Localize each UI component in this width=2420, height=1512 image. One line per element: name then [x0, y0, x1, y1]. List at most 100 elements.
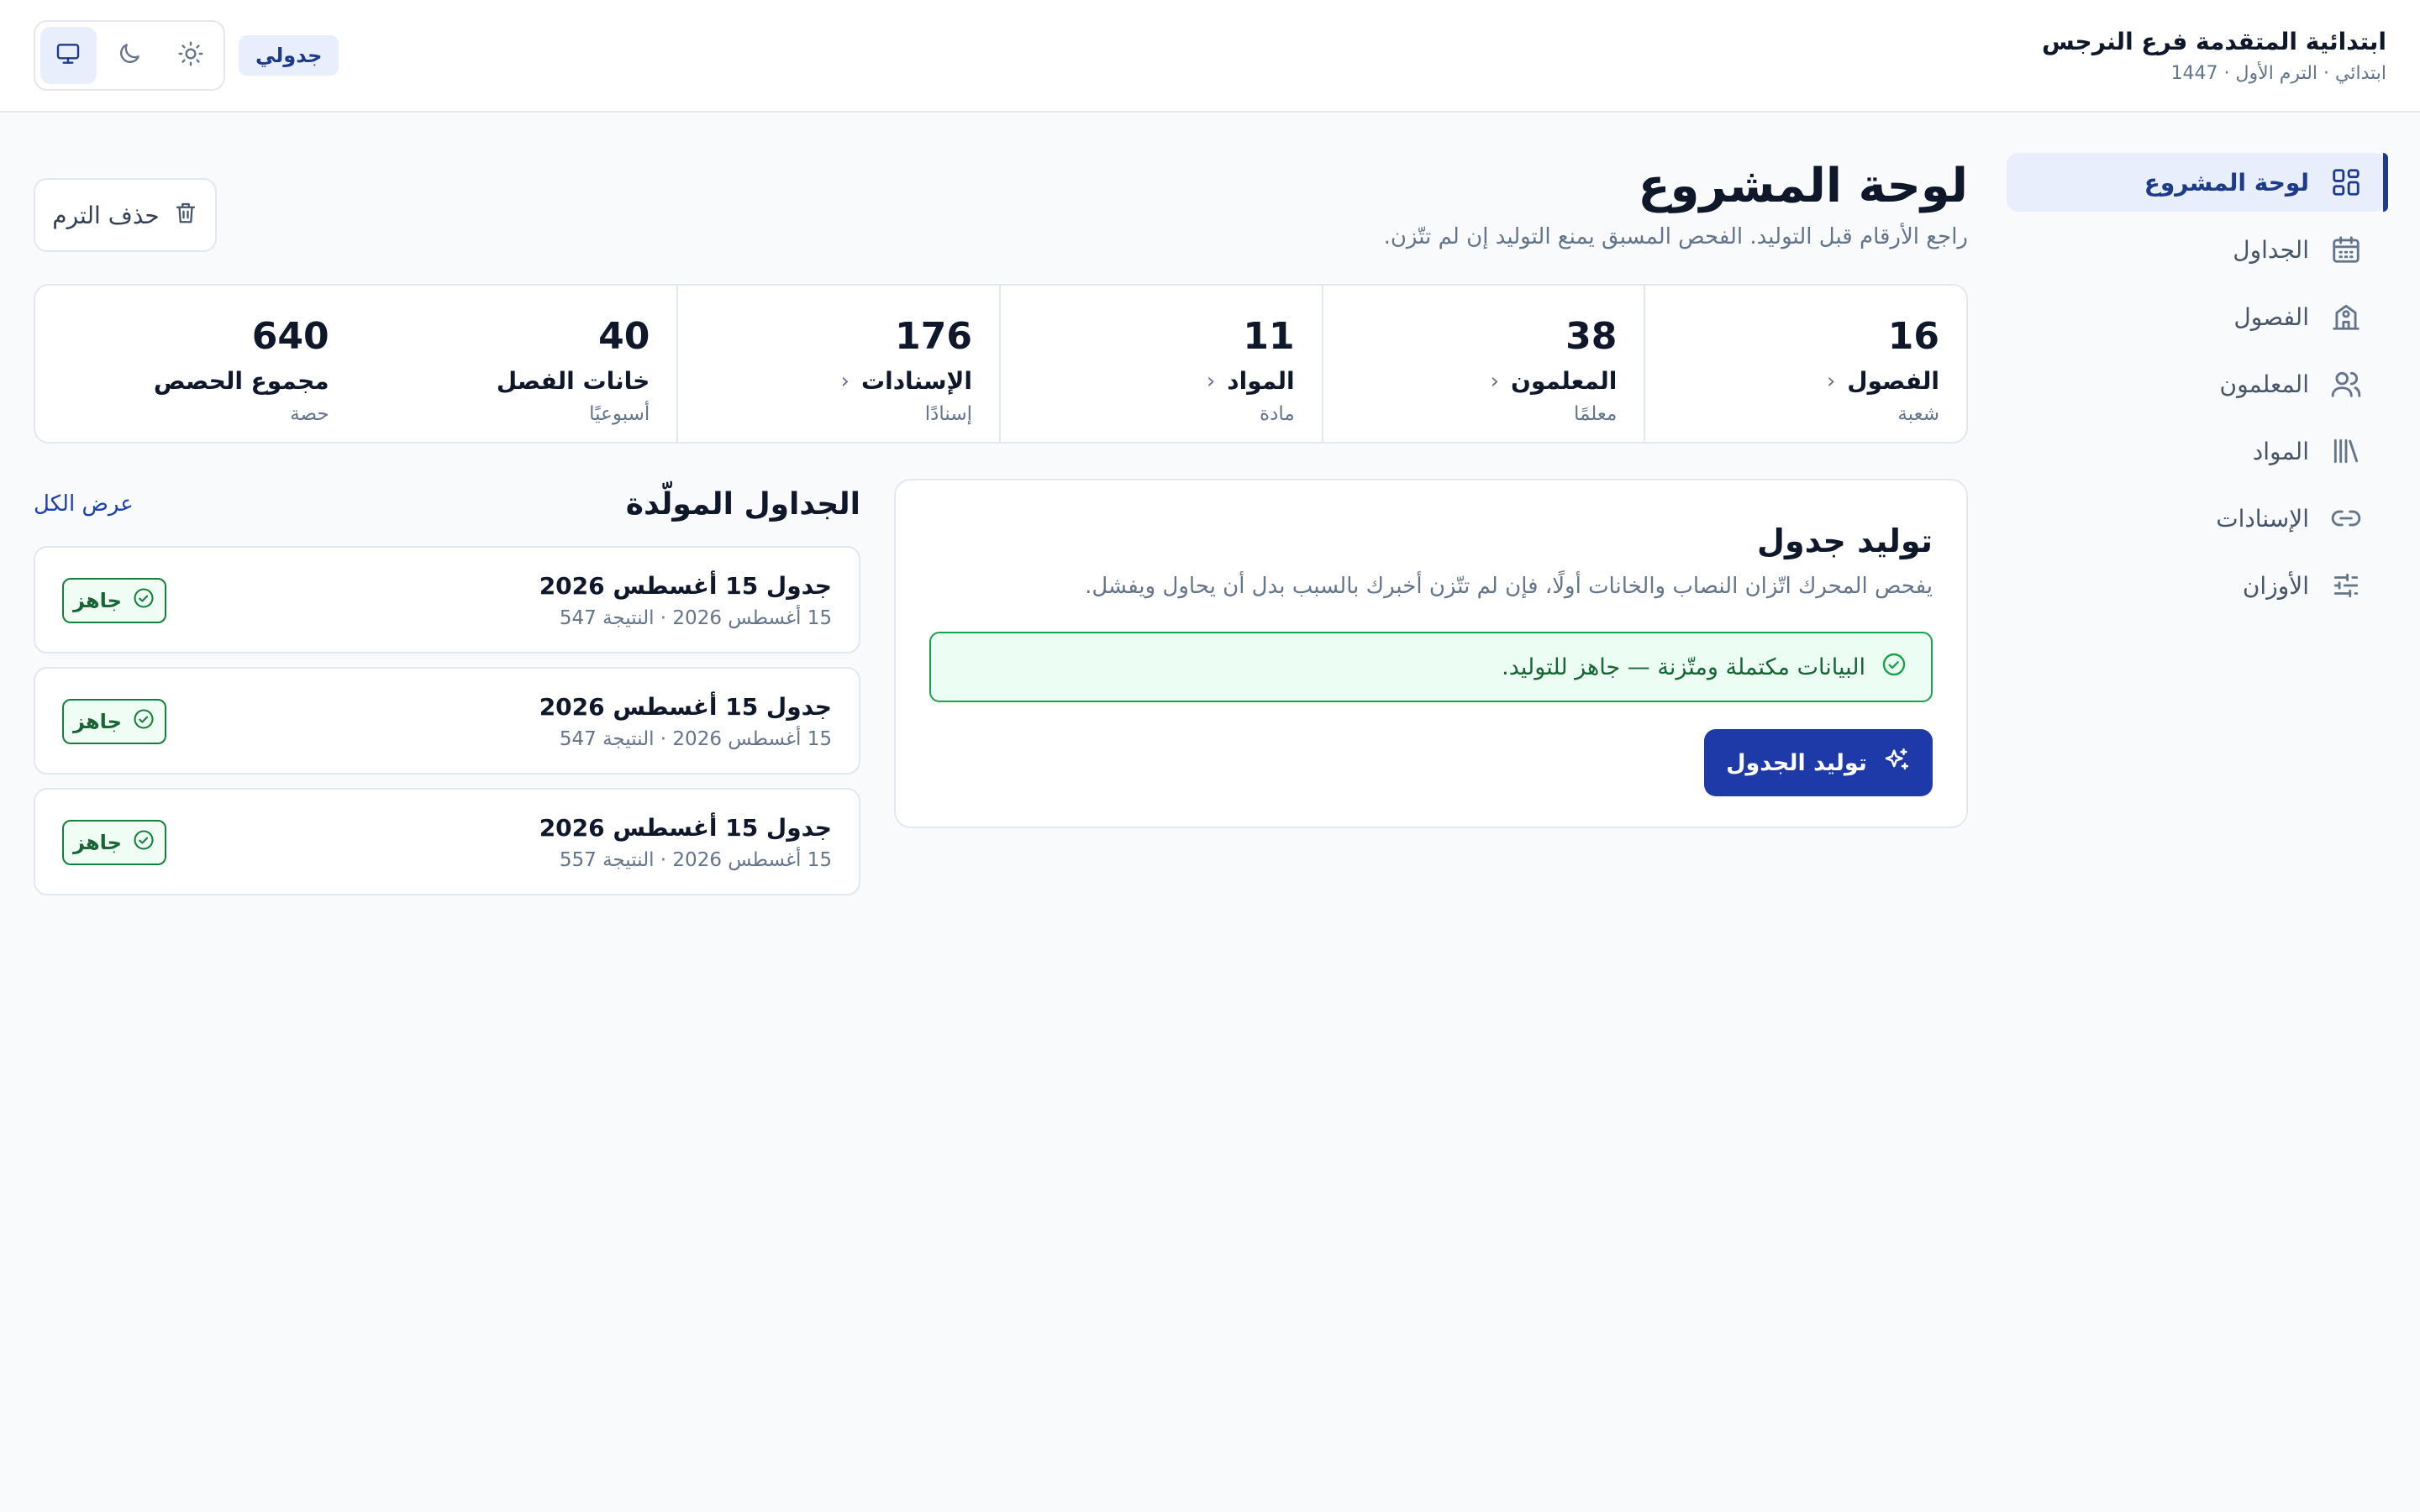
stat-value: 16: [1887, 315, 1939, 358]
school-subtitle: ابتدائي · الترم الأول · 1447: [2170, 63, 2386, 84]
sidebar-nav: لوحة المشروع الجداول الفصول المعلمون الم…: [2007, 153, 2388, 623]
stat-unit: معلمًا: [1573, 403, 1618, 425]
schedule-name: جدول 15 أغسطس 2026: [539, 572, 832, 600]
generate-card: توليد جدول يفحص المحرك اتّزان النصاب وال…: [894, 479, 1968, 828]
status-badge-label: جاهز: [73, 710, 122, 733]
chevron-left-icon: ‹: [1206, 369, 1216, 394]
chevron-left-icon: ‹: [1826, 369, 1836, 394]
status-badge-label: جاهز: [73, 589, 122, 612]
stat-label: المعلمون ‹: [1350, 363, 1618, 400]
sidebar-item-label: الجداول: [2233, 235, 2309, 264]
delete-term-label: حذف الترم: [52, 201, 160, 229]
ready-alert-text: البيانات مكتملة ومتّزنة — جاهز للتوليد.: [1502, 654, 1865, 680]
sliders-icon: [2329, 569, 2363, 602]
schedule-meta: 15 أغسطس 2026 · النتيجة 547: [559, 607, 832, 629]
sidebar-item-subjects[interactable]: المواد: [2007, 422, 2386, 480]
schedules-title: الجداول المولّدة: [625, 486, 860, 522]
stat-label-text: المواد: [1227, 367, 1295, 395]
view-all-link[interactable]: عرض الكل: [34, 491, 134, 517]
check-circle-icon: [132, 828, 155, 857]
sidebar-item-label: المواد: [2252, 437, 2309, 465]
page-title: لوحة المشروع: [1638, 159, 1968, 213]
school-info: ابتدائية المتقدمة فرع النرجس ابتدائي · ا…: [2042, 24, 2386, 87]
app-chip[interactable]: جدولي: [239, 35, 339, 76]
stat-total-periods: 640 مجموع الحصص حصة: [35, 286, 356, 442]
sidebar-item-teachers[interactable]: المعلمون: [2007, 354, 2386, 413]
stat-label-text: الفصول: [1847, 367, 1939, 395]
sidebar-item-classes[interactable]: الفصول: [2007, 287, 2386, 346]
stat-unit: مادة: [1260, 403, 1295, 425]
stat-classes[interactable]: 16 الفصول ‹ شعبة: [1644, 286, 1966, 442]
schedules-header: الجداول المولّدة عرض الكل: [34, 480, 860, 528]
sidebar-item-label: الفصول: [2233, 302, 2309, 331]
stat-subjects[interactable]: 11 المواد ‹ مادة: [998, 286, 1322, 442]
stat-unit: حصة: [290, 403, 329, 425]
theme-switcher: [34, 20, 225, 91]
stat-label-text: الإسنادات: [860, 367, 972, 395]
moon-icon: [116, 40, 143, 71]
sidebar-item-label: الإسنادات: [2216, 504, 2309, 533]
dashboard-icon: [2329, 165, 2363, 199]
school-name: ابتدائية المتقدمة فرع النرجس: [2041, 28, 2386, 55]
schedule-card[interactable]: جدول 15 أغسطس 2026 15 أغسطس 2026 · النتي…: [34, 667, 860, 774]
stats-bar: 16 الفصول ‹ شعبة 38 المعلمون ‹ معلمًا 11…: [34, 284, 1968, 444]
ready-alert: البيانات مكتملة ومتّزنة — جاهز للتوليد.: [929, 632, 1933, 702]
theme-dark-button[interactable]: [102, 27, 158, 84]
check-circle-icon: [132, 586, 155, 615]
stat-value: 38: [1565, 315, 1618, 358]
delete-term-button[interactable]: حذف الترم: [34, 178, 217, 252]
sidebar-item-schedules[interactable]: الجداول: [2007, 220, 2386, 279]
users-icon: [2329, 367, 2363, 401]
status-badge: جاهز: [62, 699, 166, 744]
status-badge: جاهز: [62, 578, 166, 623]
stat-label-text: مجموع الحصص: [153, 367, 329, 395]
stat-value: 40: [598, 315, 650, 358]
stat-unit: إسنادًا: [924, 403, 972, 425]
check-circle-icon: [1881, 651, 1907, 684]
link-icon: [2329, 501, 2363, 535]
sidebar-item-label: لوحة المشروع: [2144, 168, 2309, 197]
system-icon: [55, 40, 82, 71]
stat-label: المواد ‹: [1028, 363, 1295, 400]
stat-label-text: خانات الفصل: [496, 367, 650, 395]
theme-light-button[interactable]: [162, 27, 218, 84]
sidebar-item-dashboard[interactable]: لوحة المشروع: [2007, 153, 2388, 212]
schedule-card[interactable]: جدول 15 أغسطس 2026 15 أغسطس 2026 · النتي…: [34, 546, 860, 654]
schedule-meta: 15 أغسطس 2026 · النتيجة 557: [559, 849, 832, 871]
top-header: ابتدائية المتقدمة فرع النرجس ابتدائي · ا…: [0, 0, 2420, 113]
page-subtitle: راجع الأرقام قبل التوليد. الفحص المسبق ي…: [1383, 224, 1968, 249]
stat-unit: شعبة: [1897, 403, 1939, 425]
schedule-card[interactable]: جدول 15 أغسطس 2026 15 أغسطس 2026 · النتي…: [34, 788, 860, 895]
generate-button-label: توليد الجدول: [1726, 749, 1867, 776]
chevron-left-icon: ‹: [1490, 369, 1499, 394]
schedule-meta: 15 أغسطس 2026 · النتيجة 547: [559, 728, 832, 750]
generate-title: توليد جدول: [1757, 522, 1933, 559]
stat-teachers[interactable]: 38 المعلمون ‹ معلمًا: [1321, 286, 1644, 442]
books-icon: [2329, 434, 2363, 468]
generate-schedule-button[interactable]: توليد الجدول: [1704, 729, 1933, 796]
check-circle-icon: [132, 707, 155, 736]
sparkles-icon: [1882, 746, 1911, 780]
schedule-name: جدول 15 أغسطس 2026: [539, 814, 832, 842]
stat-label: خانات الفصل: [383, 363, 650, 400]
page-header: لوحة المشروع راجع الأرقام قبل التوليد. ا…: [1384, 153, 1968, 254]
trash-icon: [173, 200, 198, 231]
stat-label-text: المعلمون: [1510, 367, 1618, 395]
sidebar-item-label: الأوزان: [2242, 571, 2309, 600]
sun-icon: [177, 40, 204, 71]
stat-value: 11: [1243, 315, 1295, 358]
status-badge-label: جاهز: [73, 831, 122, 854]
stat-class-slots: 40 خانات الفصل أسبوعيًا: [356, 286, 677, 442]
sidebar-item-label: المعلمون: [2219, 370, 2310, 398]
sidebar-item-assignments[interactable]: الإسنادات: [2007, 489, 2386, 548]
sidebar-item-weights[interactable]: الأوزان: [2007, 556, 2386, 615]
status-badge: جاهز: [62, 820, 166, 865]
stat-assignments[interactable]: 176 الإسنادات ‹ إسنادًا: [676, 286, 999, 442]
theme-system-button[interactable]: [40, 27, 97, 84]
generate-description: يفحص المحرك اتّزان النصاب والخانات أولًا…: [1085, 574, 1933, 599]
stat-unit: أسبوعيًا: [589, 403, 650, 425]
chevron-left-icon: ‹: [840, 369, 850, 394]
school-icon: [2329, 300, 2363, 333]
stat-label: الفصول ‹: [1672, 363, 1939, 400]
stat-value: 176: [895, 315, 972, 358]
